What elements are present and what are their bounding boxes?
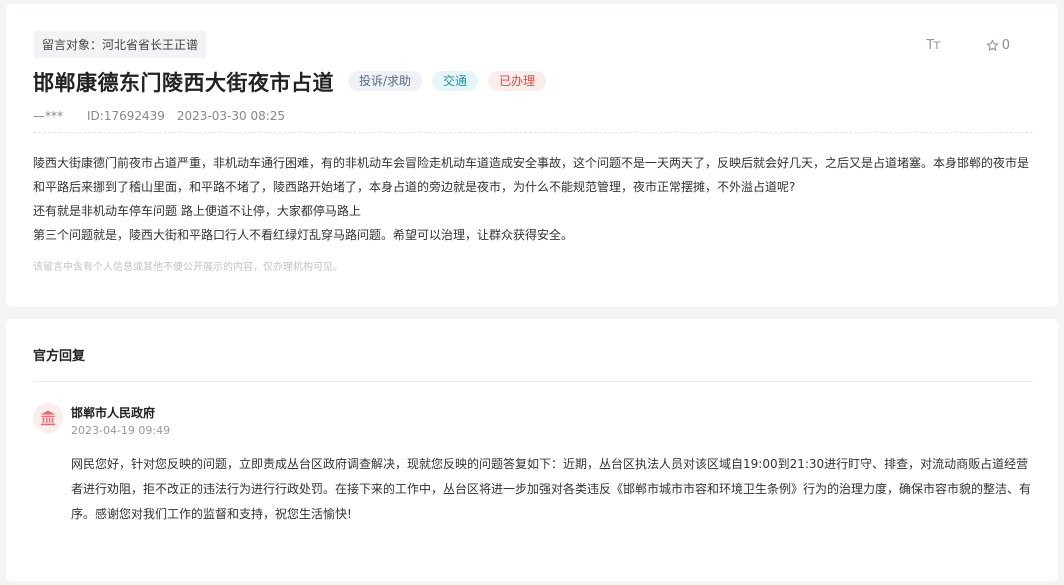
reply-heading: 官方回复 [33, 349, 86, 364]
reply-org-name: 邯郸市人民政府 [71, 406, 156, 420]
message-tags: 投诉/求助 交通 已办理 [348, 71, 547, 91]
favorite-button[interactable]: 0 [986, 38, 1010, 53]
divider [33, 381, 1033, 382]
avatar [33, 403, 63, 433]
message-author: —*** [33, 109, 63, 123]
tag-category[interactable]: 投诉/求助 [348, 71, 423, 91]
divider [33, 132, 1033, 133]
message-target-label: 留言对象：河北省省长王正谱 [34, 31, 207, 58]
reply-datetime: 2023-04-19 09:49 [71, 424, 171, 437]
message-paragraph: 还有就是非机动车停车问题 路上便道不让停，大家都停马路上 [33, 204, 361, 218]
privacy-notice: 该留言中含有个人信息或其他不便公开展示的内容，仅办理机构可见。 [33, 262, 343, 273]
status-badge: 已办理 [488, 71, 547, 91]
message-paragraph: 陵西大街康德门前夜市占道严重，非机动车通行困难，有的非机动车会冒险走机动车道造成… [33, 156, 1030, 194]
government-building-icon [40, 410, 56, 426]
reply-body: 网民您好，针对您反映的问题，立即责成丛台区政府调查解决，现就您反映的问题答复如下… [71, 457, 1032, 521]
message-toolbar: Tт 0 [926, 38, 1010, 53]
favorite-count: 0 [1001, 38, 1010, 53]
font-size-icon: Tт [926, 38, 940, 53]
message-paragraph: 第三个问题就是，陵西大街和平路口行人不看红绿灯乱穿马路问题。希望可以治理，让群众… [33, 228, 574, 242]
message-id: ID:17692439 [87, 109, 165, 123]
official-reply-card: 官方回复 邯郸市人民政府 2023-04-19 09:49 网民您好，针对您反映… [6, 319, 1058, 581]
message-card: 留言对象：河北省省长王正谱 Tт 0 邯郸康德东门陵西大街夜市占道 投诉/求助 … [6, 4, 1058, 307]
message-title: 邯郸康德东门陵西大街夜市占道 [33, 71, 334, 95]
star-icon [986, 39, 998, 51]
font-size-button[interactable]: Tт [926, 38, 940, 53]
message-body: 陵西大街康德门前夜市占道严重，非机动车通行困难，有的非机动车会冒险走机动车道造成… [33, 151, 1033, 247]
tag-domain[interactable]: 交通 [432, 71, 479, 91]
message-datetime: 2023-03-30 08:25 [176, 109, 286, 123]
message-meta: —*** ID:17692439 2023-03-30 08:25 [33, 109, 285, 123]
